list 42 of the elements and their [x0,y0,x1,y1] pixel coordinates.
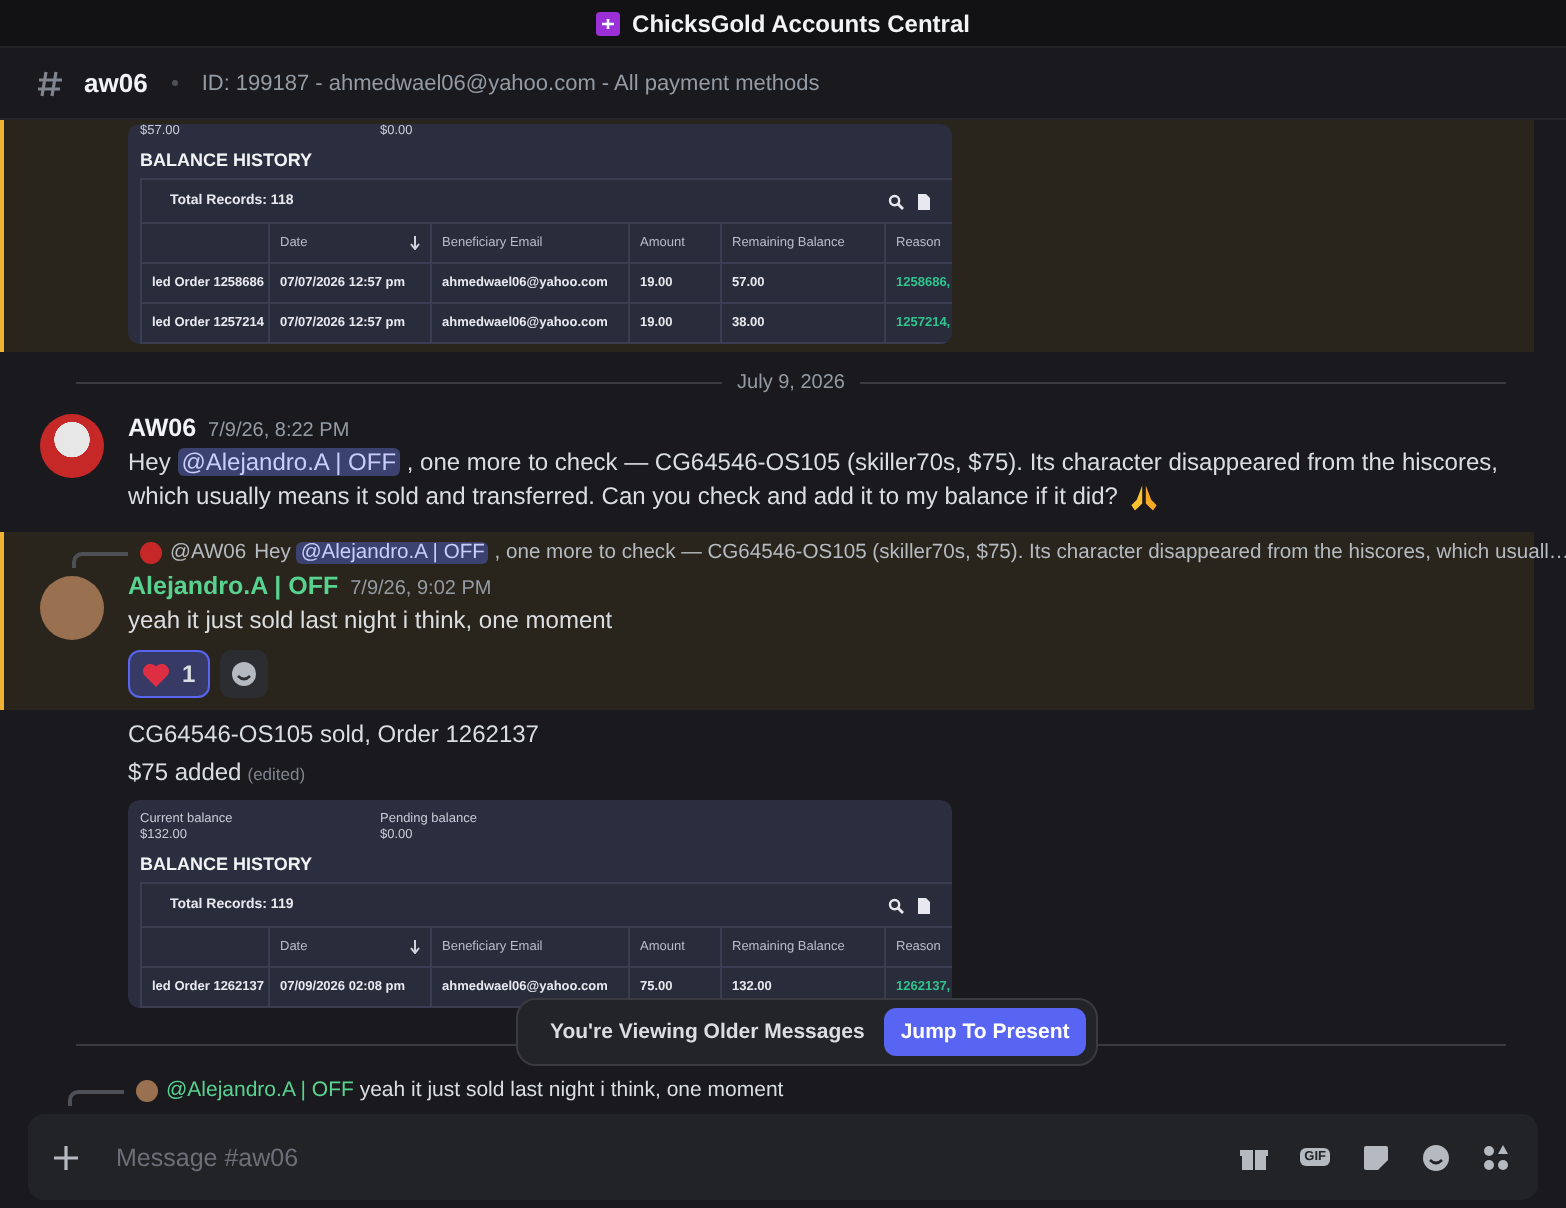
section-title: BALANCE HISTORY [140,148,315,174]
window-title: ChicksGold Accounts Central [632,9,970,37]
channel-topic: ID: 199187 - ahmedwael06@yahoo.com - All payment methods [201,71,820,95]
search-icon[interactable] [888,193,904,209]
timestamp: 7/9/26, 8:22 PM [208,420,350,442]
plus-icon[interactable] [52,1143,80,1171]
avatar [140,541,162,563]
message-text: Hey @Alejandro.A | OFF , one more to check — CG64546-OS105 (skiller70s, $75). Its character disappeared from the hiscores, which usually means it sold and transferred. Can you check and add it to my balance if it did? [128,446,1534,516]
date-divider: July 9, 2026 [737,372,845,394]
smiley-icon [229,660,258,688]
channel-hashtag-icon [36,67,68,99]
section-title: BALANCE HISTORY [140,852,315,878]
avatar [40,576,104,640]
timestamp: 7/9/26, 9:02 PM [350,578,492,600]
message-text: CG64546-OS105 sold, Order 1262137 [128,718,541,752]
add-reaction-button[interactable] [219,650,268,698]
emoji-icon[interactable] [1422,1143,1450,1171]
reply-text: @Alejandro.A | OFF yeah it just sold last night i think, one moment [166,1078,784,1102]
channel-name: aw06 [84,68,148,98]
sort-arrow-icon[interactable] [410,236,420,250]
avatar [136,1079,158,1101]
apps-icon[interactable] [1482,1143,1510,1171]
author-name[interactable]: AW06 [128,414,197,442]
reply-text: Hey @Alejandro.A | OFF , one more to check — CG64546-OS105 (skiller70s, $75). Its character disappeared from the hiscores, which usuall… [254,541,1566,563]
jump-to-present-button[interactable]: Jump To Present [884,1008,1086,1056]
reply-author: @AW06 [170,541,247,563]
app-logo-icon [596,11,621,35]
avatar [40,414,104,478]
search-icon[interactable] [888,897,904,913]
message-text: $75 added (edited) [128,756,308,790]
document-icon[interactable] [916,897,932,913]
sticker-icon[interactable] [1362,1143,1390,1171]
reply-connector [72,552,128,568]
reply-connector [68,1090,124,1106]
message-text: yeah it just sold last night i think, one moment [128,604,615,638]
older-messages-notice: You're Viewing Older Messages [550,1020,865,1044]
author-name[interactable]: Alejandro.A | OFF [128,572,339,600]
heart-icon [142,661,170,687]
sort-arrow-icon[interactable] [410,940,420,954]
heart-reaction[interactable]: 1 [128,650,210,698]
document-icon[interactable] [916,193,932,209]
message-input[interactable]: Message #aw06 [112,1141,1209,1173]
